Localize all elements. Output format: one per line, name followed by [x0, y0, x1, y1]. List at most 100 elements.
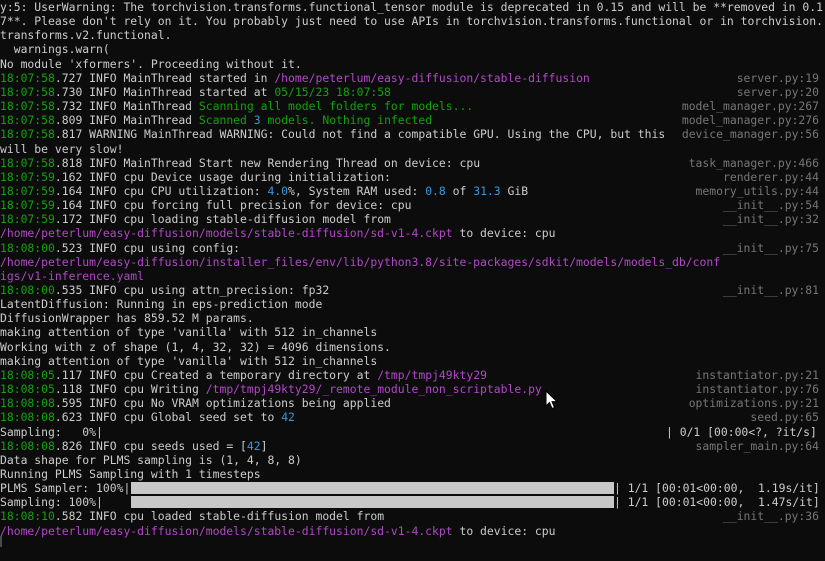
- progress-status: | 1/1 [00:01<00:00, 1.47s/it]: [614, 495, 820, 510]
- log-text: 31.3: [473, 183, 501, 198]
- source-location: model_manager.py:276: [675, 113, 819, 128]
- log-text: making attention of type 'vanilla' with …: [0, 325, 378, 340]
- log-text: LatentDiffusion: Running in eps-predicti…: [0, 297, 323, 312]
- log-text: 18:07:58: [0, 155, 55, 170]
- log-text: models. Nothing infected: [260, 113, 433, 128]
- terminal-line: 7**. Please don't rely on it. You probab…: [0, 14, 825, 28]
- log-text: will be very slow!: [0, 141, 124, 156]
- terminal-line: 18:07:59.162 INFO cpu Device usage durin…: [0, 169, 825, 184]
- log-text: 18:07:59: [0, 198, 55, 213]
- log-text: 18:07:59: [0, 169, 55, 184]
- terminal-line: LatentDiffusion: Running in eps-predicti…: [0, 297, 825, 311]
- log-text: to device: cpu: [452, 523, 556, 538]
- source-location: instantiator.py:76: [689, 382, 819, 397]
- source-location: __init__.py:32: [716, 212, 819, 227]
- terminal-line: /home/peterlum/easy-diffusion/models/sta…: [0, 226, 825, 240]
- source-location: memory_utils.py:44: [689, 183, 819, 198]
- log-text: 18:07:59: [0, 212, 55, 227]
- source-location: server.py:19: [730, 70, 819, 85]
- source-location: task_manager.py:466: [682, 155, 819, 170]
- log-text: igs/v1-inference.yaml: [0, 268, 145, 283]
- terminal-line: 18:08:05.118 INFO cpu Writing /tmp/tmpj4…: [0, 382, 825, 397]
- log-text: No module 'xformers'. Proceeding without…: [0, 56, 302, 71]
- terminal-line: 18:07:59.164 INFO cpu forcing full preci…: [0, 198, 825, 213]
- log-text: 18:07:58: [0, 70, 55, 85]
- terminal-line: DiffusionWrapper has 859.52 M params.: [0, 311, 825, 325]
- log-text: 18:08:08: [0, 396, 55, 411]
- log-text: making attention of type 'vanilla' with …: [0, 353, 378, 368]
- log-text: .172 INFO cpu loading stable-diffusion m…: [54, 212, 391, 227]
- log-text: /home/peterlum/easy-diffusion/stable-dif…: [274, 70, 590, 85]
- log-text: /home/peterlum/easy-diffusion/installer_…: [0, 254, 721, 269]
- source-location: __init__.py:81: [716, 283, 819, 297]
- terminal-output[interactable]: y:5: UserWarning: The torchvision.transf…: [0, 0, 825, 561]
- terminal-line: making attention of type 'vanilla' with …: [0, 354, 825, 368]
- log-text: Scanning all model folders for models...: [198, 99, 474, 114]
- log-text: Scanned: [198, 113, 254, 128]
- log-text: .826 INFO cpu seeds used = [: [54, 438, 247, 453]
- log-text: 4.0: [267, 183, 289, 198]
- terminal-line: /home/peterlum/easy-diffusion/models/sta…: [0, 524, 825, 538]
- terminal-line: 18:08:10.582 INFO cpu loaded stable-diff…: [0, 509, 825, 524]
- terminal-line: 18:07:58.818 INFO MainThread Start new R…: [0, 155, 825, 170]
- terminal-line: transforms.v2.functional.: [0, 28, 825, 42]
- terminal-line: PLMS Sampler: 100%| | 1/1 [00:01<00:00, 1…: [0, 481, 825, 496]
- log-text: of: [445, 183, 474, 198]
- text-cursor-icon: [0, 536, 2, 547]
- log-text: .164 INFO cpu forcing full precision for…: [54, 198, 412, 213]
- log-text: y:5: UserWarning: The torchvision.transf…: [0, 0, 823, 14]
- source-location: seed.py:65: [744, 410, 819, 425]
- log-text: Sampling: 0%|: [0, 424, 103, 439]
- terminal-line: Sampling: 100%| | 1/1 [00:01<00:00, 1.47s…: [0, 495, 825, 510]
- log-text: 18:07:58: [0, 99, 55, 114]
- terminal-line: 18:08:08.623 INFO cpu Global seed set to…: [0, 410, 825, 425]
- terminal-line: Data shape for PLMS sampling is (1, 4, 8…: [0, 453, 825, 467]
- log-text: 18:07:58: [0, 113, 55, 128]
- source-location: server.py:20: [730, 84, 819, 99]
- log-text: 18:07:58: [0, 127, 55, 142]
- log-text: Data shape for PLMS sampling is (1, 4, 8…: [0, 452, 302, 467]
- log-text: Running PLMS Sampling with 1 timesteps: [0, 466, 261, 481]
- log-text: %, System RAM used:: [288, 183, 426, 198]
- terminal-line: y:5: UserWarning: The torchvision.transf…: [0, 0, 825, 14]
- source-location: device_manager.py:56: [675, 127, 819, 142]
- log-text: .535 INFO cpu using attn_precision: fp32: [54, 283, 330, 297]
- log-text: 0.8: [425, 183, 446, 198]
- log-text: .809 INFO MainThread: [54, 113, 199, 128]
- terminal-line: /home/peterlum/easy-diffusion/installer_…: [0, 255, 825, 269]
- log-text: Working with z of shape (1, 4, 32, 32) =…: [0, 339, 391, 354]
- terminal-line: 18:07:58.730 INFO MainThread started at …: [0, 84, 825, 99]
- log-text: transforms.v2.functional.: [0, 28, 172, 43]
- progress-status: | 1/1 [00:01<00:00, 1.19s/it]: [614, 481, 820, 496]
- terminal-line: 18:07:58.817 WARNING MainThread WARNING:…: [0, 127, 825, 142]
- terminal-line: 18:07:59.172 INFO cpu loading stable-dif…: [0, 212, 825, 227]
- log-text: /tmp/tmpj49kty29/_remote_module_non_scri…: [205, 382, 542, 397]
- log-text: GiB: [500, 183, 529, 198]
- log-text: .162 INFO cpu Device usage during initia…: [54, 169, 391, 184]
- terminal-line: will be very slow!: [0, 142, 825, 156]
- log-text: 18:08:00: [0, 240, 55, 255]
- log-text: .117 INFO cpu Created a temporary direct…: [54, 367, 378, 382]
- terminal-line: Sampling: 0%| | 0/1 [00:00<?, ?it/s]: [0, 424, 825, 439]
- log-text: 05/15/23 18:07:58: [274, 84, 391, 99]
- log-text: /home/peterlum/easy-diffusion/models/sta…: [0, 226, 453, 241]
- log-text: .582 INFO cpu loaded stable-diffusion mo…: [54, 509, 385, 524]
- log-text: DiffusionWrapper has 859.52 M params.: [0, 311, 254, 326]
- log-text: warnings.warn(: [0, 42, 110, 57]
- source-location: __init__.py:75: [716, 240, 819, 255]
- terminal-line: 18:07:58.727 INFO MainThread started in …: [0, 70, 825, 85]
- terminal-line: Working with z of shape (1, 4, 32, 32) =…: [0, 340, 825, 354]
- progress-status: | 0/1 [00:00<?, ?it/s]: [666, 424, 817, 439]
- terminal-line: Running PLMS Sampling with 1 timesteps: [0, 467, 825, 481]
- terminal-line: No module 'xformers'. Proceeding without…: [0, 57, 825, 71]
- terminal-line: 18:08:08.826 INFO cpu seeds used = [42] s…: [0, 438, 825, 453]
- log-text: 3: [253, 113, 261, 128]
- terminal-line: making attention of type 'vanilla' with …: [0, 325, 825, 339]
- log-text: .817 WARNING MainThread WARNING: Could n…: [54, 127, 666, 142]
- log-text: 18:08:08: [0, 438, 55, 453]
- source-location: instantiator.py:21: [689, 367, 819, 382]
- log-text: 42: [246, 438, 261, 453]
- log-text: .118 INFO cpu Writing: [54, 382, 206, 397]
- log-text: 18:07:59: [0, 183, 55, 198]
- source-location: __init__.py:36: [716, 509, 819, 524]
